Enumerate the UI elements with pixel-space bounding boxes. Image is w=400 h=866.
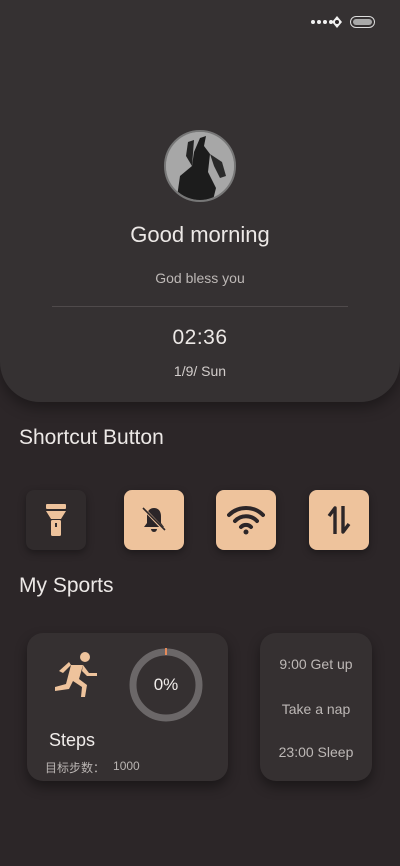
steps-card[interactable]: 0% Steps 目标步数： 1000 xyxy=(27,633,228,781)
wifi-button[interactable] xyxy=(216,490,276,550)
clock-time: 02:36 xyxy=(172,326,228,349)
header-card: Good morning God bless you 02:36 1/9/ Su… xyxy=(0,0,400,402)
wifi-icon xyxy=(227,505,265,535)
mobile-data-button[interactable] xyxy=(309,490,369,550)
status-bar xyxy=(0,0,400,44)
mute-button[interactable] xyxy=(124,490,184,550)
steps-target: 目标步数： 1000 xyxy=(45,759,140,776)
steps-target-label: 目标步数： xyxy=(45,761,106,775)
sports-section-title: My Sports xyxy=(19,574,114,597)
flashlight-icon xyxy=(46,504,66,536)
schedule-item[interactable]: 9:00 Get up xyxy=(260,656,372,672)
battery-icon xyxy=(350,16,375,28)
avatar[interactable] xyxy=(164,130,236,202)
clock-date: 1/9/ Sun xyxy=(173,363,227,379)
schedule-card: 9:00 Get up Take a nap 23:00 Sleep xyxy=(260,633,372,781)
shortcut-section-title: Shortcut Button xyxy=(19,426,164,449)
data-transfer-icon xyxy=(327,506,351,534)
blessing-text: God bless you xyxy=(155,270,245,286)
steps-target-value: 1000 xyxy=(113,759,140,773)
steps-progress-text: 0% xyxy=(153,675,179,694)
divider xyxy=(52,306,348,307)
flashlight-button[interactable] xyxy=(26,490,86,550)
greeting-text: Good morning xyxy=(130,222,270,247)
schedule-item[interactable]: Take a nap xyxy=(260,701,372,717)
runner-icon xyxy=(55,652,97,697)
location-icon xyxy=(332,16,342,28)
steps-label: Steps xyxy=(49,730,96,750)
avatar-photo xyxy=(166,132,234,200)
schedule-item[interactable]: 23:00 Sleep xyxy=(260,744,372,760)
bell-off-icon xyxy=(142,507,167,533)
signal-icon xyxy=(311,20,333,24)
